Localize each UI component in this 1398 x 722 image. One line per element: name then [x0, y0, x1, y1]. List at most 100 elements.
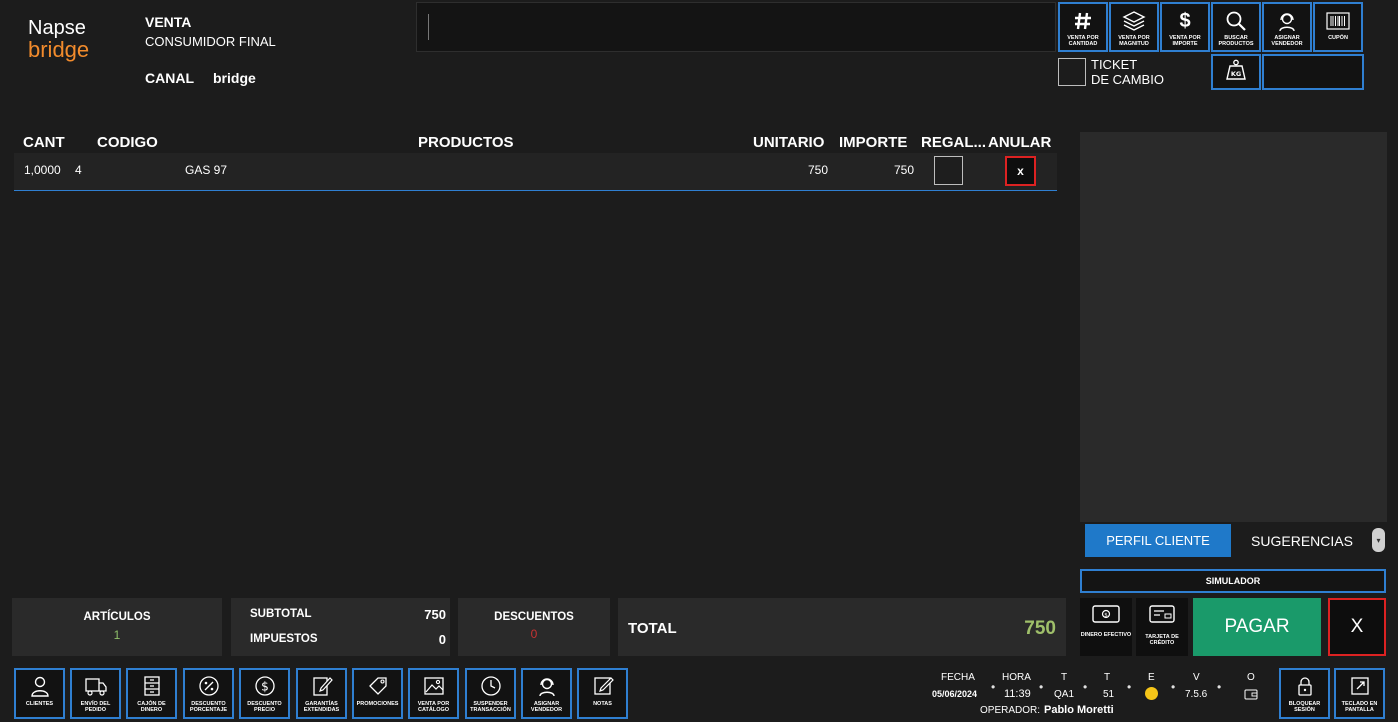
operador-value: Pablo Moretti [1044, 704, 1114, 716]
brand-line1: Napse [28, 17, 86, 39]
tab-perfil-cliente[interactable]: PERFIL CLIENTE [1085, 524, 1231, 557]
ticket-line2: DE CAMBIO [1091, 72, 1164, 87]
envio-del-pedido-button[interactable]: ENVÍO DEL PEDIDO [70, 668, 121, 719]
separator-dot: • [1083, 680, 1088, 694]
venta-por-magnitud-button[interactable]: VENTA POR MAGNITUD [1109, 2, 1159, 52]
col-cant: CANT [23, 134, 65, 151]
button-label: DESCUENTO PORCENTAJE [189, 701, 228, 713]
note-icon [590, 674, 616, 698]
chevron-down-icon[interactable]: ▾ [1372, 528, 1385, 552]
o-label: O [1247, 672, 1255, 683]
truck-icon [83, 674, 109, 698]
headset-icon [1274, 9, 1300, 33]
asignar-vendedor-button[interactable]: ASIGNAR VENDEDOR [1262, 2, 1312, 52]
dinero-efectivo-button[interactable]: $ DINERO EFECTIVO [1080, 598, 1132, 656]
cajon-de-dinero-button[interactable]: CAJÓN DE DINERO [126, 668, 177, 719]
promociones-button[interactable]: PROMOCIONES [352, 668, 403, 719]
ticket-de-cambio-checkbox[interactable] [1058, 58, 1086, 86]
button-label: DESCUENTO PRECIO [247, 701, 282, 713]
descuento-precio-button[interactable]: $ DESCUENTO PRECIO [239, 668, 290, 719]
button-label: ASIGNAR VENDEDOR [1271, 35, 1303, 47]
button-label: NOTAS [593, 701, 612, 707]
separator-dot: • [1127, 680, 1132, 694]
fecha-label: FECHA [941, 672, 975, 683]
bloquear-sesion-button[interactable]: BLOQUEAR SESIÓN [1279, 668, 1330, 719]
headset-icon [534, 674, 560, 698]
teclado-en-pantalla-button[interactable]: TECLADO EN PANTALLA [1334, 668, 1385, 719]
row-codigo: 4 [75, 163, 82, 177]
suspender-transaccion-button[interactable]: SUSPENDER TRANSACCIÓN [465, 668, 516, 719]
col-productos: PRODUCTOS [418, 134, 514, 151]
coin-icon: $ [252, 674, 278, 698]
version-value: 7.5.6 [1185, 689, 1208, 700]
venta-por-catalogo-button[interactable]: VENTA POR CATÁLOGO [408, 668, 459, 719]
subtotal-label: SUBTOTAL [250, 608, 312, 620]
estado-label: E [1148, 672, 1155, 683]
barcode-icon [1325, 9, 1351, 33]
user-icon [27, 674, 53, 698]
button-label: CUPÓN [1328, 35, 1348, 41]
brand-line2: bridge [28, 37, 90, 62]
row-cant: 1,0000 [24, 163, 61, 177]
search-icon [1223, 9, 1249, 33]
button-label: ENVÍO DEL PEDIDO [80, 701, 111, 713]
impuestos-label: IMPUESTOS [250, 633, 318, 645]
garantias-extendidas-button[interactable]: GARANTÍAS EXTENDIDAS [296, 668, 347, 719]
cancel-sale-button[interactable]: X [1328, 598, 1386, 656]
svg-text:KG: KG [1231, 70, 1241, 78]
button-label: TECLADO EN PANTALLA [1341, 701, 1378, 713]
anular-button[interactable]: x [1005, 156, 1036, 186]
document-edit-icon [309, 674, 335, 698]
brand-logo: Napse bridge [28, 17, 118, 62]
col-anular: ANULAR [988, 134, 1052, 151]
cupon-button[interactable]: CUPÓN [1313, 2, 1363, 52]
venta-por-cantidad-button[interactable]: VENTA POR CANTIDAD [1058, 2, 1108, 52]
regalo-checkbox[interactable] [934, 156, 963, 185]
venta-por-importe-button[interactable]: $ VENTA POR IMPORTE [1160, 2, 1210, 52]
ticket-de-cambio-label: TICKET DE CAMBIO [1091, 57, 1181, 87]
clock-icon [478, 674, 504, 698]
fecha-value: 05/06/2024 [932, 689, 978, 699]
pagar-button[interactable]: PAGAR [1193, 598, 1321, 656]
button-label: CLIENTES [25, 701, 54, 707]
canal-value: bridge [213, 70, 256, 86]
weight-button[interactable]: KG [1211, 54, 1261, 90]
button-label: SUSPENDER TRANSACCIÓN [470, 701, 511, 713]
buscar-productos-button[interactable]: BUSCAR PRODUCTOS [1211, 2, 1261, 52]
tienda-label: T [1104, 672, 1111, 683]
svg-text:$: $ [261, 680, 269, 694]
cash-icon: $ [1092, 604, 1120, 629]
separator-dot: • [1217, 680, 1222, 694]
hora-value: 11:39 [1004, 688, 1031, 700]
customer-panel [1080, 132, 1387, 522]
sale-title: VENTA [145, 14, 192, 30]
simulador-button[interactable]: SIMULADOR [1080, 569, 1386, 593]
separator-dot: • [1039, 680, 1044, 694]
tienda-value: 51 [1103, 689, 1115, 700]
impuestos-value: 0 [438, 632, 446, 647]
drawer-icon [139, 674, 165, 698]
canal-label: CANAL [145, 70, 194, 86]
row-unitario: 750 [807, 163, 828, 177]
articulos-box [12, 598, 222, 656]
tab-sugerencias[interactable]: SUGERENCIAS [1234, 524, 1370, 557]
scan-input[interactable] [416, 2, 1056, 52]
row-importe: 750 [893, 163, 914, 177]
tag-icon [365, 674, 391, 698]
total-value: 750 [1024, 618, 1056, 639]
text-caret [428, 14, 429, 40]
clientes-button[interactable]: CLIENTES [14, 668, 65, 719]
button-label: CAJÓN DE DINERO [137, 701, 166, 713]
descuento-porcentaje-button[interactable]: DESCUENTO PORCENTAJE [183, 668, 234, 719]
layers-icon [1121, 9, 1147, 33]
empty-action-slot[interactable] [1262, 54, 1364, 90]
notas-button[interactable]: NOTAS [577, 668, 628, 719]
separator-dot: • [991, 680, 996, 694]
button-label: DINERO EFECTIVO [1080, 632, 1132, 638]
dollar-icon: $ [1179, 9, 1191, 32]
operador-label: OPERADOR: [980, 705, 1041, 716]
button-label: BUSCAR PRODUCTOS [1218, 35, 1254, 47]
button-label: ASIGNAR VENDEDOR [530, 701, 563, 713]
asignar-vendedor-bottom-button[interactable]: ASIGNAR VENDEDOR [521, 668, 572, 719]
tarjeta-credito-button[interactable]: TARJETA DE CRÉDITO [1136, 598, 1188, 656]
